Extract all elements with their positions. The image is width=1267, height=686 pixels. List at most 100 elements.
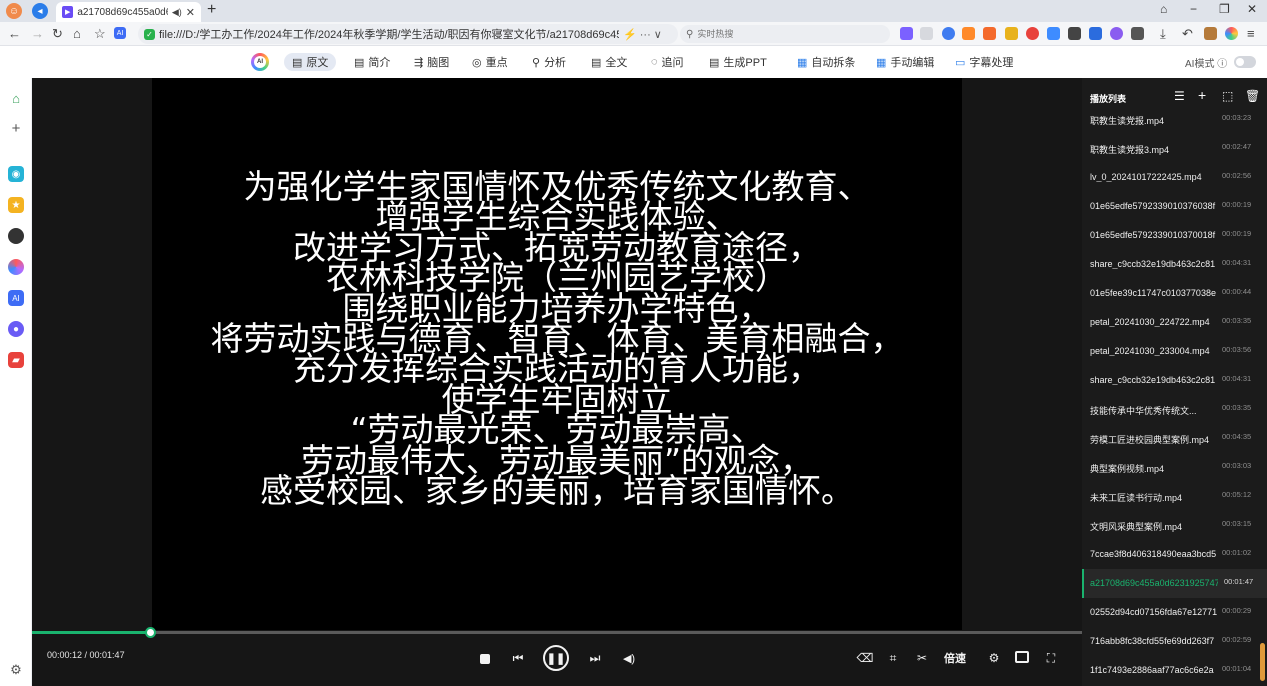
extension-icon-8[interactable] [1047,27,1060,40]
menu-icon[interactable]: ≡ [1247,26,1255,41]
video-frame[interactable]: 为强化学生家国情怀及优秀传统文化教育、 增强学生综合实践体验、 改进学习方式、拓宽劳… [152,78,962,630]
volume-icon[interactable]: ◀) [621,650,637,666]
settings-gear-icon[interactable]: ⚙ [8,662,24,678]
playlist-item[interactable]: 7ccae3f8d406318490eaa3bcd5 00:01:02 [1082,540,1267,569]
speed-button[interactable]: 倍速 [944,650,966,666]
add-icon[interactable]: + [8,120,24,137]
tab-key-points[interactable]: ◎ 重点 [472,53,508,71]
minimize-icon[interactable]: − [1190,2,1197,16]
ai-app-icon[interactable]: AI [8,290,24,306]
wallet-icon[interactable] [1204,27,1217,40]
new-tab-button[interactable]: + [207,1,216,19]
playlist-item[interactable]: 典型案例视频.mp4 00:03:03 [1082,453,1267,482]
tab-original-text[interactable]: ▤ 原文 [284,53,337,71]
playlist-item[interactable]: lv_0_20241017222425.mp4 00:02:56 [1082,163,1267,192]
pause-button[interactable]: ❚❚ [543,645,569,671]
browser-tab[interactable]: ▶ a21708d69c455a0d6231 ◀) ✕ [56,2,201,22]
extension-icon-6[interactable] [1005,27,1018,40]
playlist-item[interactable]: 劳模工匠进校园典型案例.mp4 00:04:35 [1082,424,1267,453]
playlist-item[interactable]: 716abb8fc38cfd55fe69dd263f7 00:02:59 [1082,627,1267,656]
progress-handle[interactable] [145,627,156,638]
extensions-puzzle-icon[interactable] [1131,27,1144,40]
previous-icon[interactable]: ⏮ [510,650,526,666]
download-icon[interactable]: ⤓ [1160,26,1166,42]
restore-icon[interactable]: ❐ [1219,2,1230,16]
playlist-item[interactable]: 文明风采典型案例.mp4 00:03:15 [1082,511,1267,540]
playlist-item[interactable]: 01e5fee39c11747c010377038e 00:00:44 [1082,279,1267,308]
extension-icon-1[interactable] [900,27,913,40]
back-icon[interactable]: ← [8,26,21,41]
tab-summary[interactable]: ▤ 简介 [354,53,390,71]
playlist-item[interactable]: 01e65edfe5792339010370018f 00:00:19 [1082,221,1267,250]
auto-split-button[interactable]: ▦ 自动拆条 [797,53,855,71]
tab-mind-map[interactable]: ⇶ 脑图 [414,53,449,71]
extension-icon-3[interactable] [942,27,955,40]
game-app-icon[interactable]: ▰ [8,352,24,368]
url-actions[interactable]: ⚡ ··· ∨ [623,28,662,41]
tab-analysis[interactable]: ⚲ 分析 [532,53,566,71]
playlist-item[interactable]: 01e65edfe5792339010376038f 00:00:19 [1082,192,1267,221]
playlist-item[interactable]: share_c9ccb32e19db463c2c81 00:04:31 [1082,250,1267,279]
scissors-icon[interactable]: ✂ [914,650,930,666]
speaker-icon[interactable]: ◀) [172,7,182,18]
search-input[interactable] [697,29,878,39]
tab-generate-ppt[interactable]: ▤ 生成PPT [709,53,767,71]
app-icon-4[interactable] [8,259,24,275]
pin-window-icon[interactable]: ⌂ [1160,2,1167,16]
url-text[interactable]: file:///D:/学工办工作/2024年工作/2024年秋季学期/学生活动/… [159,26,619,42]
playlist-item[interactable]: petal_20241030_233004.mp4 00:03:56 [1082,337,1267,366]
manual-edit-button[interactable]: ▦ 手动编辑 [876,53,934,71]
browser-avatar-icon[interactable]: ☺ [6,3,22,19]
playlist-item-active[interactable]: a21708d69c455a0d6231925747 00:01:47 [1082,569,1267,598]
subtitle-processing-button[interactable]: ▭ 字幕处理 [955,53,1013,71]
scissors-extension-icon[interactable] [920,27,933,40]
list-view-icon[interactable]: ☰ [1174,89,1185,103]
stop-icon[interactable] [478,652,492,666]
forward-icon[interactable]: → [31,26,44,41]
bookmark-star-icon[interactable]: ☆ [94,26,106,42]
extension-icon-4[interactable] [962,27,975,40]
extension-icon-9[interactable] [1068,27,1081,40]
reload-icon[interactable]: ↻ [52,26,63,42]
eraser-icon[interactable]: ⌫ [857,650,874,666]
app-icon-6[interactable]: ● [8,321,24,337]
trash-icon[interactable]: 🗑 [1245,89,1260,103]
settings-icon[interactable]: ⚙ [986,650,1002,666]
home-icon[interactable]: ⌂ [73,26,81,41]
ai-assistant-logo-icon[interactable]: AI [251,53,269,71]
next-icon[interactable]: ⏭ [587,650,603,666]
crop-icon[interactable]: ⌗ [885,650,901,666]
extension-icon-11[interactable] [1110,27,1123,40]
add-file-icon[interactable]: + [1198,87,1206,103]
tab-close-icon[interactable]: ✕ [186,6,195,19]
extension-icon-5[interactable] [983,27,996,40]
tab-full-text[interactable]: ▤ 全文 [591,53,627,71]
search-bar[interactable]: ⚲ [680,25,890,43]
open-folder-icon[interactable]: ⬚ [1222,89,1233,103]
url-bar[interactable]: ✓ file:///D:/学工办工作/2024年工作/2024年秋季学期/学生活… [138,24,678,44]
app-icon-3[interactable] [8,228,24,244]
playlist-item[interactable]: petal_20241030_224722.mp4 00:03:35 [1082,308,1267,337]
extension-icon-10[interactable] [1089,27,1102,40]
app-icon-1[interactable]: ◉ [8,166,24,182]
playlist-item[interactable]: share_c9ccb32e19db463c2c81 00:04:31 [1082,366,1267,395]
playlist-item[interactable]: 未来工匠读书行动.mp4 00:05:12 [1082,482,1267,511]
ai-extension-icon[interactable]: AI [114,27,126,39]
progress-bar[interactable] [32,627,1082,638]
star-app-icon[interactable]: ★ [8,197,24,213]
extension-icon-7[interactable] [1026,27,1039,40]
fullscreen-icon[interactable]: ⛶ [1043,650,1059,666]
browser-menu-icon[interactable]: ◂ [32,3,48,19]
picture-in-picture-icon[interactable] [1015,651,1029,663]
tab-follow-up[interactable]: ◌ 追问 [651,53,684,71]
playlist-scrollbar[interactable] [1260,643,1265,681]
home-icon[interactable]: ⌂ [8,90,24,106]
playlist-item[interactable]: 技能传承中华优秀传统文... 00:03:35 [1082,395,1267,424]
ai-mode-toggle[interactable] [1234,56,1256,68]
playlist-item[interactable]: 1f1c7493e2886aaf77ac6c6e2a 00:01:04 [1082,656,1267,685]
playlist-item[interactable]: 职教生读党报.mp4 00:03:23 [1082,105,1267,134]
close-window-icon[interactable]: ✕ [1247,2,1257,16]
ai-logo-icon[interactable] [1225,27,1238,40]
playlist-item[interactable]: 02552d94cd07156fda67e12771 00:00:29 [1082,598,1267,627]
undo-icon[interactable]: ↶ [1182,26,1193,42]
